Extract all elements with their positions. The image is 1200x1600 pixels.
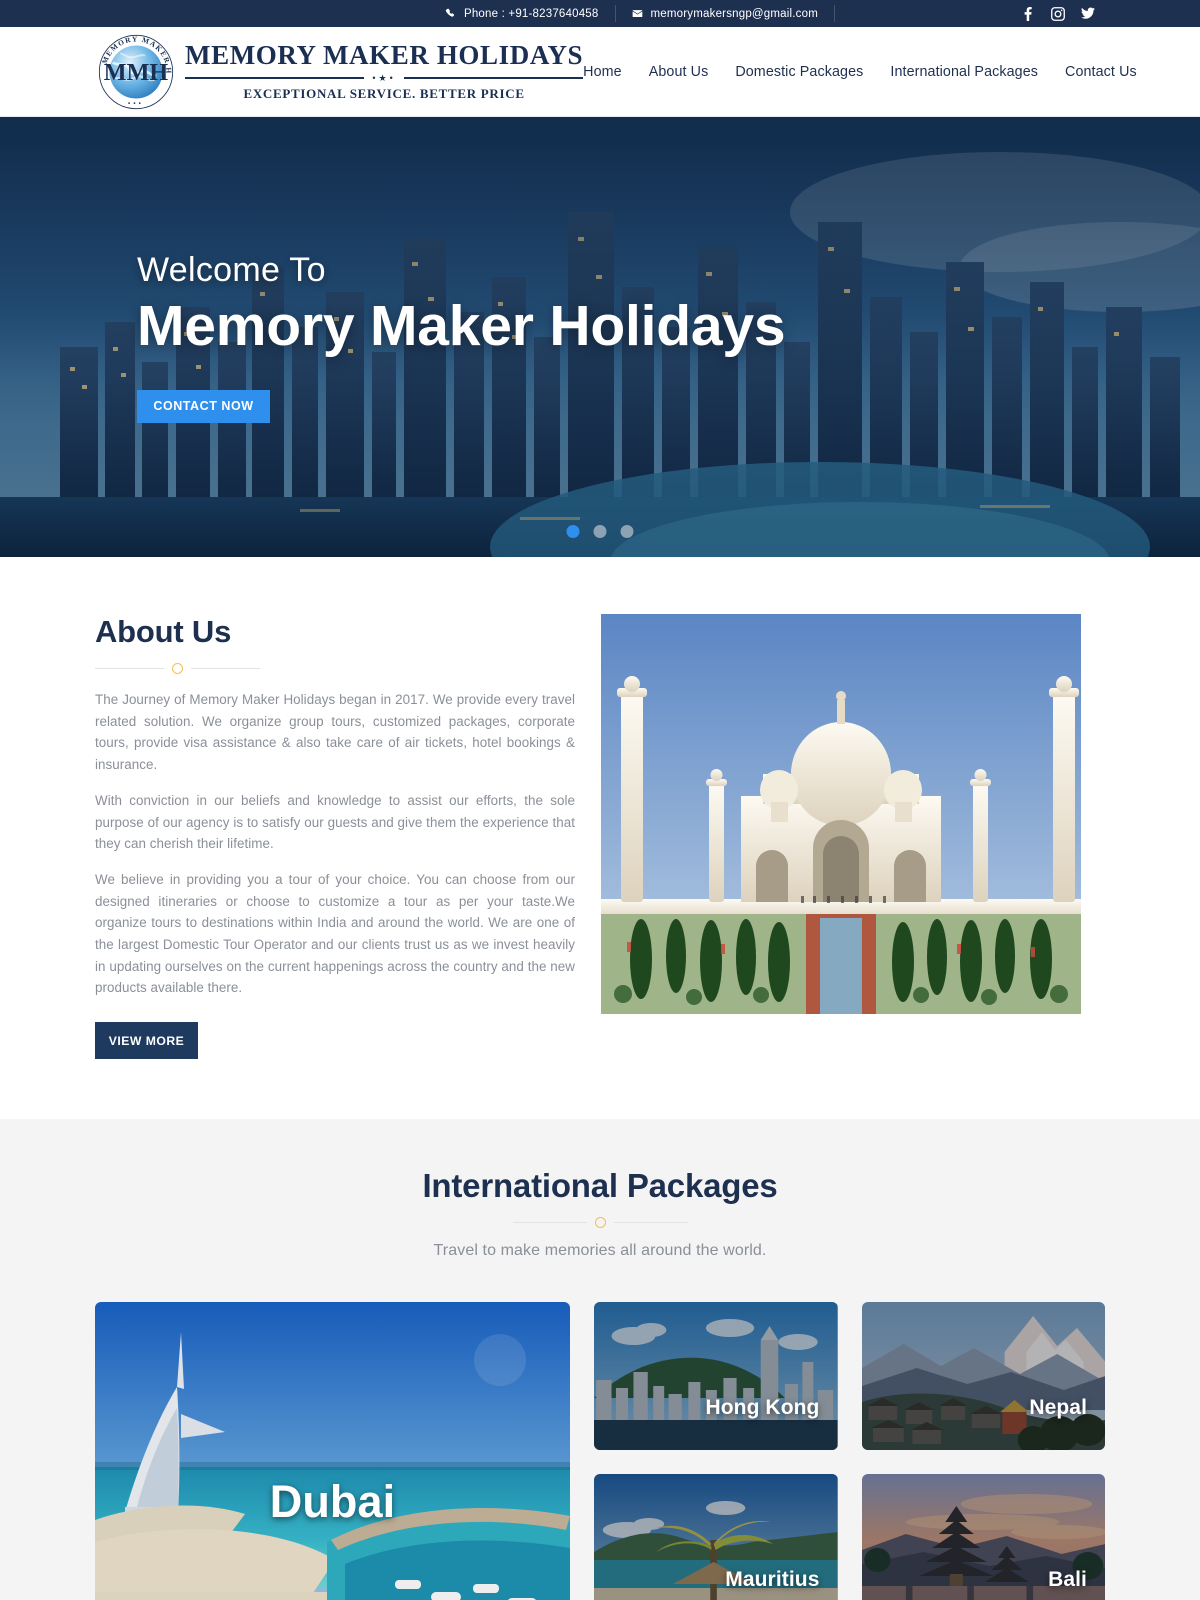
nav-item-international-packages[interactable]: International Packages <box>890 64 1038 80</box>
about-paragraph-2: With conviction in our beliefs and knowl… <box>95 792 575 852</box>
nav-item-about-us[interactable]: About Us <box>649 64 709 80</box>
nav-item-contact-us[interactable]: Contact Us <box>1065 64 1137 80</box>
email-text: memorymakersngp@gmail.com <box>650 7 819 20</box>
phone-text: Phone : +91-8237640458 <box>463 7 599 20</box>
package-label-mauritius: Mauritius <box>725 1568 820 1592</box>
package-label-dubai: Dubai <box>269 1476 396 1528</box>
packages-row-2: Mauritius Bali <box>594 1474 1105 1600</box>
package-card-dubai[interactable]: Dubai <box>95 1302 570 1600</box>
nav-item-domestic-packages[interactable]: Domestic Packages <box>735 64 863 80</box>
phone-contact[interactable]: Phone : +91-8237640458 <box>445 5 616 22</box>
packages-row-1: Hong Kong Nepal <box>594 1302 1105 1451</box>
hero-welcome-text: Welcome To <box>137 251 326 290</box>
phone-icon <box>445 8 457 20</box>
about-section: About Us The Journey of Memory Maker Hol… <box>0 557 1200 1120</box>
packages-subtitle: Travel to make memories all around the w… <box>433 1242 767 1260</box>
facebook-icon[interactable] <box>1021 6 1035 21</box>
contact-now-button[interactable]: CONTACT NOW <box>137 389 270 423</box>
package-card-hong-kong[interactable]: Hong Kong <box>594 1302 838 1451</box>
contact-group: Phone : +91-8237640458 memorymakersngp@g… <box>365 5 836 22</box>
twitter-icon[interactable] <box>1081 7 1095 21</box>
packages-grid: Dubai Hong Kong Nepal Mauritius Bali <box>95 1302 1105 1600</box>
about-text-column: About Us The Journey of Memory Maker Hol… <box>95 614 575 1060</box>
carousel-dot-2[interactable] <box>593 525 607 538</box>
carousel-dots <box>566 525 634 538</box>
hero-slider: Welcome To Memory Maker Holidays CONTACT… <box>0 117 1200 557</box>
carousel-dot-1[interactable] <box>566 525 580 538</box>
site-header: MMH MEMORY MAKER HOLIDAYS ••• MEMORY MAK… <box>0 26 1200 117</box>
email-contact[interactable]: memorymakersngp@gmail.com <box>616 5 836 22</box>
packages-side-column: Hong Kong Nepal Mauritius Bali <box>594 1302 1105 1600</box>
package-label-bali: Bali <box>1048 1568 1087 1592</box>
brand-tagline: EXCEPTIONAL SERVICE. BETTER PRICE <box>243 85 525 101</box>
about-divider <box>95 663 260 674</box>
about-heading: About Us <box>95 614 232 649</box>
svg-text:MMH: MMH <box>104 58 169 85</box>
brand-logo[interactable]: MMH MEMORY MAKER HOLIDAYS ••• MEMORY MAK… <box>93 26 584 111</box>
divider-ring-icon <box>594 1217 606 1229</box>
hero-title: Memory Maker Holidays <box>137 294 786 359</box>
packages-header: International Packages Travel to make me… <box>95 1167 1105 1260</box>
brand-name: MEMORY MAKER HOLIDAYS <box>185 40 584 71</box>
international-packages-section: International Packages Travel to make me… <box>0 1119 1200 1600</box>
social-links <box>1021 6 1095 21</box>
packages-heading: International Packages <box>422 1167 778 1205</box>
nav-item-home[interactable]: Home <box>583 64 622 80</box>
about-image-taj-mahal <box>601 614 1081 1014</box>
instagram-icon[interactable] <box>1051 6 1065 21</box>
main-navigation: Home About Us Domestic Packages Internat… <box>583 64 1137 80</box>
about-paragraph-3: We believe in providing you a tour of yo… <box>95 871 575 996</box>
package-card-nepal[interactable]: Nepal <box>861 1302 1105 1451</box>
brand-wordmark: MEMORY MAKER HOLIDAYS •★• EXCEPTIONAL SE… <box>185 40 584 101</box>
view-more-button[interactable]: VIEW MORE <box>95 1022 198 1060</box>
about-paragraph-1: The Journey of Memory Maker Holidays beg… <box>95 692 575 773</box>
envelope-icon <box>632 8 644 20</box>
package-label-nepal: Nepal <box>1029 1396 1087 1420</box>
package-card-bali[interactable]: Bali <box>861 1474 1105 1600</box>
package-card-mauritius[interactable]: Mauritius <box>594 1474 838 1600</box>
top-contact-bar: Phone : +91-8237640458 memorymakersngp@g… <box>0 0 1200 27</box>
globe-logo-icon: MMH MEMORY MAKER HOLIDAYS ••• <box>93 26 177 111</box>
package-label-hong-kong: Hong Kong <box>705 1396 820 1420</box>
divider-ring-icon <box>172 663 183 674</box>
carousel-dot-3[interactable] <box>620 525 634 538</box>
brand-divider: •★• <box>185 73 584 83</box>
svg-text:•••: ••• <box>128 100 144 107</box>
packages-divider <box>512 1217 688 1229</box>
